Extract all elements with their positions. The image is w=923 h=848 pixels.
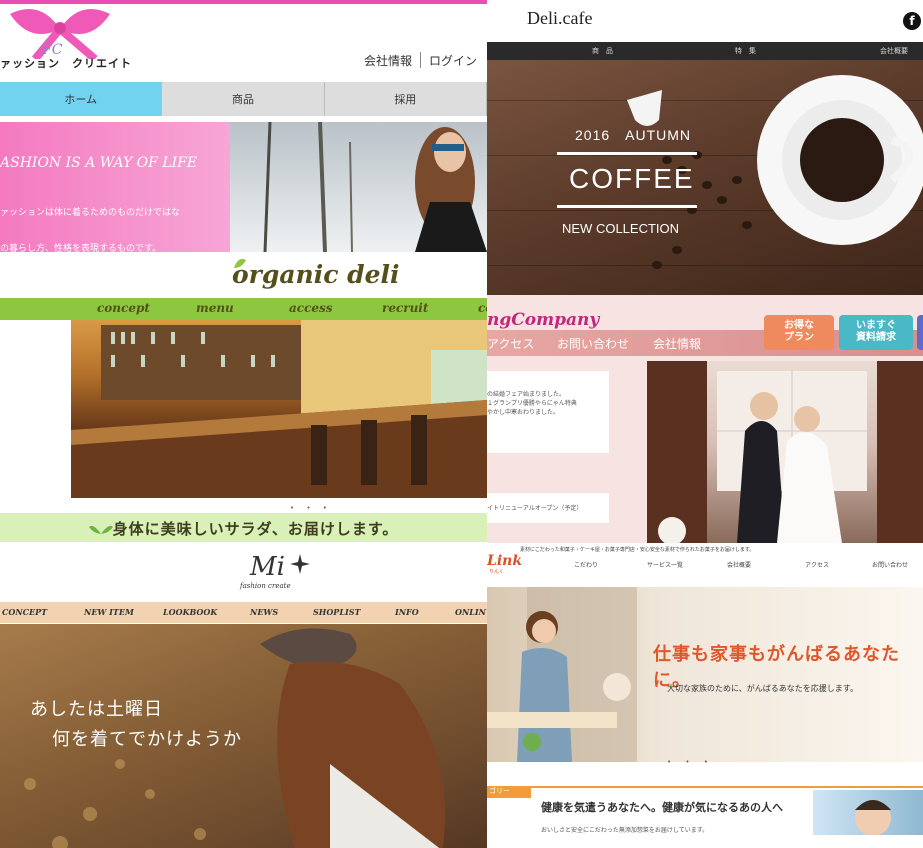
brand-name: ァッション クリエイト [0, 57, 132, 70]
carousel-dots[interactable]: • • • [290, 504, 332, 512]
main-nav: 商 品 特 集 会社概要 [487, 42, 923, 60]
tagline: 身体に美味しいサラダ、お届けします。 [112, 519, 399, 538]
facebook-icon[interactable]: f [903, 12, 921, 30]
nav-company[interactable]: 会社概要 [880, 46, 908, 56]
nav-recruit[interactable]: recruit [382, 301, 428, 315]
hero-headline: COFFEE [569, 163, 695, 194]
tagline-bar: 身体に美味しいサラダ、お届けします。 [0, 513, 487, 542]
headline-line-2: 何を着てでかけようか [52, 729, 242, 750]
request-brochure-button[interactable]: いますぐ 資料請求 [839, 315, 913, 350]
site-logo[interactable]: organic deli [232, 260, 400, 289]
deal-plan-button[interactable]: お得な プラン [764, 315, 834, 350]
site-logo[interactable]: Deli.cafe [527, 8, 592, 29]
carousel-dots[interactable]: • • • [667, 758, 714, 766]
coffee-cup-icon [627, 75, 923, 269]
news-box: イトリニューアルオープン（予定） [487, 493, 609, 523]
site-logo[interactable]: Mi [250, 552, 285, 582]
season-label: 2016 AUTUMN [575, 127, 692, 143]
header-links: 会社情報 ログイン [364, 52, 477, 69]
extra-badge[interactable] [917, 315, 923, 350]
category-label[interactable]: ゴリー [487, 786, 531, 798]
ribbon-logo-icon[interactable]: FC [0, 4, 130, 59]
hero-banner [487, 60, 923, 295]
divider-line [557, 205, 697, 208]
wedding-company-panel: ngCompany アクセス お問い合わせ 会社情報 お得な プラン いますぐ … [487, 295, 923, 543]
deli-cafe-panel: Deli.cafe f 商 品 特 集 会社概要 2016 AUTUMN COF… [487, 0, 923, 295]
section-title: 健康を気遣うあなたへ。健康が気になるあの人へ [541, 801, 783, 814]
slogan: ASHION IS A WAY OF LIFE [0, 155, 198, 171]
site-logo[interactable]: ngCompany [487, 310, 599, 330]
nav-features[interactable]: 特 集 [735, 46, 756, 56]
divider [419, 52, 421, 68]
wedding-photo [647, 361, 923, 543]
desc-line-1: ァッションは体に着るためのものだけではな [0, 208, 181, 218]
nav-access[interactable]: access [289, 301, 333, 315]
divider-line [557, 152, 697, 155]
news-box: の結婚フェア始まりました。 １グランプリ優勝やらにゃん特典 やかし中寒おわりまし… [487, 371, 609, 453]
main-nav: concept menu access recruit co [0, 298, 487, 320]
main-nav: こだわり サービス一覧 会社概要 アクセス お問い合わせ [487, 543, 923, 587]
restaurant-photo [71, 320, 487, 498]
mi-fashion-panel: Mi fashion create CONCEPT NEW ITEM LOOKB… [0, 542, 487, 848]
nav-info[interactable]: INFO [395, 607, 419, 617]
nav-contact[interactable]: お問い合わせ [872, 560, 908, 569]
news-item[interactable]: １グランプリ優勝やらにゃん特典 [487, 398, 609, 407]
news-item[interactable]: イトリニューアルオープン（予定） [487, 493, 609, 512]
nav-services[interactable]: サービス一覧 [647, 560, 683, 569]
news-item[interactable]: やかし中寒おわりました。 [487, 407, 609, 416]
nav-concept[interactable]: concept [97, 301, 150, 315]
collection-label: NEW COLLECTION [562, 221, 680, 236]
section-divider [531, 786, 923, 788]
nav-news[interactable]: NEWS [250, 607, 278, 617]
nav-kodawari[interactable]: こだわり [574, 560, 598, 569]
headline-line-1: あしたは土曜日 [30, 699, 163, 720]
child-photo [813, 790, 923, 835]
login-link[interactable]: ログイン [429, 52, 477, 69]
nav-contact[interactable]: お問い合わせ [557, 335, 629, 352]
nav-products[interactable]: 商品 [162, 82, 325, 116]
nav-recruit[interactable]: 採用 [324, 82, 487, 116]
sprout-icon [88, 525, 113, 534]
nav-lookbook[interactable]: LOOKBOOK [163, 607, 217, 617]
star-icon [290, 554, 310, 574]
nav-concept[interactable]: CONCEPT [2, 607, 47, 617]
nav-online[interactable]: ONLIN [455, 607, 486, 617]
nav-shoplist[interactable]: SHOPLIST [313, 607, 360, 617]
nav-access[interactable]: アクセス [487, 335, 534, 352]
nav-contact[interactable]: co [478, 301, 487, 315]
main-nav: CONCEPT NEW ITEM LOOKBOOK NEWS SHOPLIST … [0, 602, 487, 623]
news-item[interactable]: の結婚フェア始まりました。 [487, 371, 609, 398]
section-subtitle: おいしさと安全にこだわった無添加惣菜をお届けしています。 [541, 827, 709, 834]
main-nav: ホーム 商品 採用 [0, 82, 487, 116]
nav-company[interactable]: 会社情報 [653, 335, 701, 352]
nav-products[interactable]: 商 品 [592, 46, 613, 56]
fashion-create-panel: FC ァッション クリエイト 会社情報 ログイン ホーム 商品 採用 ASHIO… [0, 0, 487, 258]
nav-access[interactable]: アクセス [805, 560, 829, 569]
nav-menu[interactable]: menu [196, 301, 234, 315]
nav-home[interactable]: ホーム [0, 82, 163, 116]
organic-deli-panel: organic deli concept menu access recruit… [0, 252, 487, 542]
logo-subtitle: fashion create [240, 582, 291, 590]
link-panel: Link りんく 素材にこだわった和菓子・ケーキ屋・お菓子専門店・安心安全な素材… [487, 543, 923, 848]
nav-new-item[interactable]: NEW ITEM [84, 607, 134, 617]
company-info-link[interactable]: 会社情報 [364, 52, 412, 69]
slogan-box [0, 122, 230, 252]
hero-subline: 大切な家族のために、がんばるあなたを応援します。 [667, 684, 858, 693]
nav-company[interactable]: 会社概要 [727, 560, 751, 569]
